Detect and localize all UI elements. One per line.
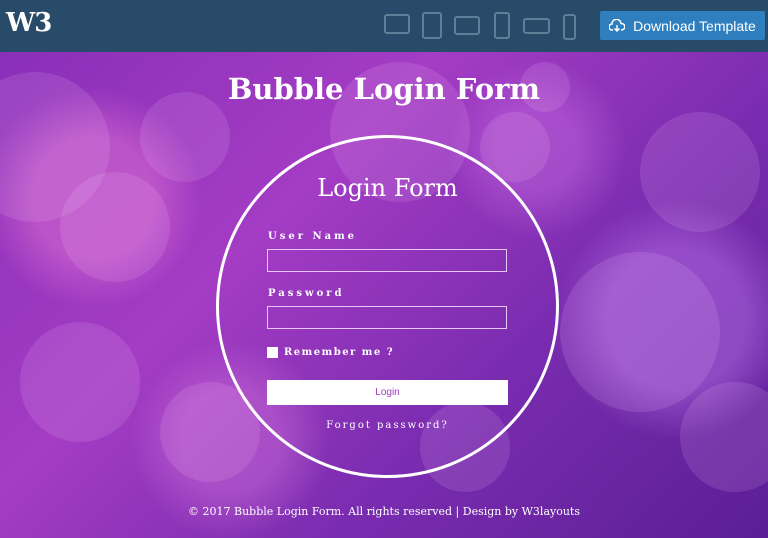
- remember-me-label[interactable]: Remember me ?: [284, 347, 394, 358]
- mobile-landscape-icon[interactable]: [523, 18, 550, 34]
- cloud-download-icon: [609, 18, 626, 32]
- remember-me-row: Remember me ?: [267, 347, 394, 358]
- tablet-landscape-icon[interactable]: [454, 16, 480, 35]
- page-title: Bubble Login Form: [227, 72, 541, 106]
- desktop-icon[interactable]: [384, 14, 410, 34]
- laptop-icon[interactable]: [422, 12, 442, 39]
- feature-phone-icon[interactable]: [563, 14, 576, 40]
- username-label: User Name: [268, 231, 358, 242]
- download-template-button[interactable]: Download Template: [600, 11, 765, 40]
- w3-logo[interactable]: W3: [6, 8, 52, 38]
- footer-copyright: © 2017 Bubble Login Form. All rights res…: [188, 505, 580, 518]
- password-label: Password: [268, 288, 345, 299]
- login-form-title: Login Form: [317, 174, 458, 202]
- bokeh-bubble: [640, 112, 760, 232]
- password-input[interactable]: [267, 306, 507, 329]
- remember-me-checkbox[interactable]: [267, 347, 278, 358]
- username-input[interactable]: [267, 249, 507, 272]
- bokeh-bubble: [560, 252, 720, 412]
- top-bar: W3 Download Template: [0, 0, 768, 52]
- download-template-label: Download Template: [633, 17, 756, 34]
- bokeh-bubble: [20, 322, 140, 442]
- mobile-portrait-icon[interactable]: [494, 12, 510, 39]
- bokeh-bubble: [680, 382, 768, 492]
- login-button[interactable]: Login: [267, 380, 508, 405]
- bokeh-bubble: [60, 172, 170, 282]
- forgot-password-link[interactable]: Forgot password?: [216, 420, 559, 431]
